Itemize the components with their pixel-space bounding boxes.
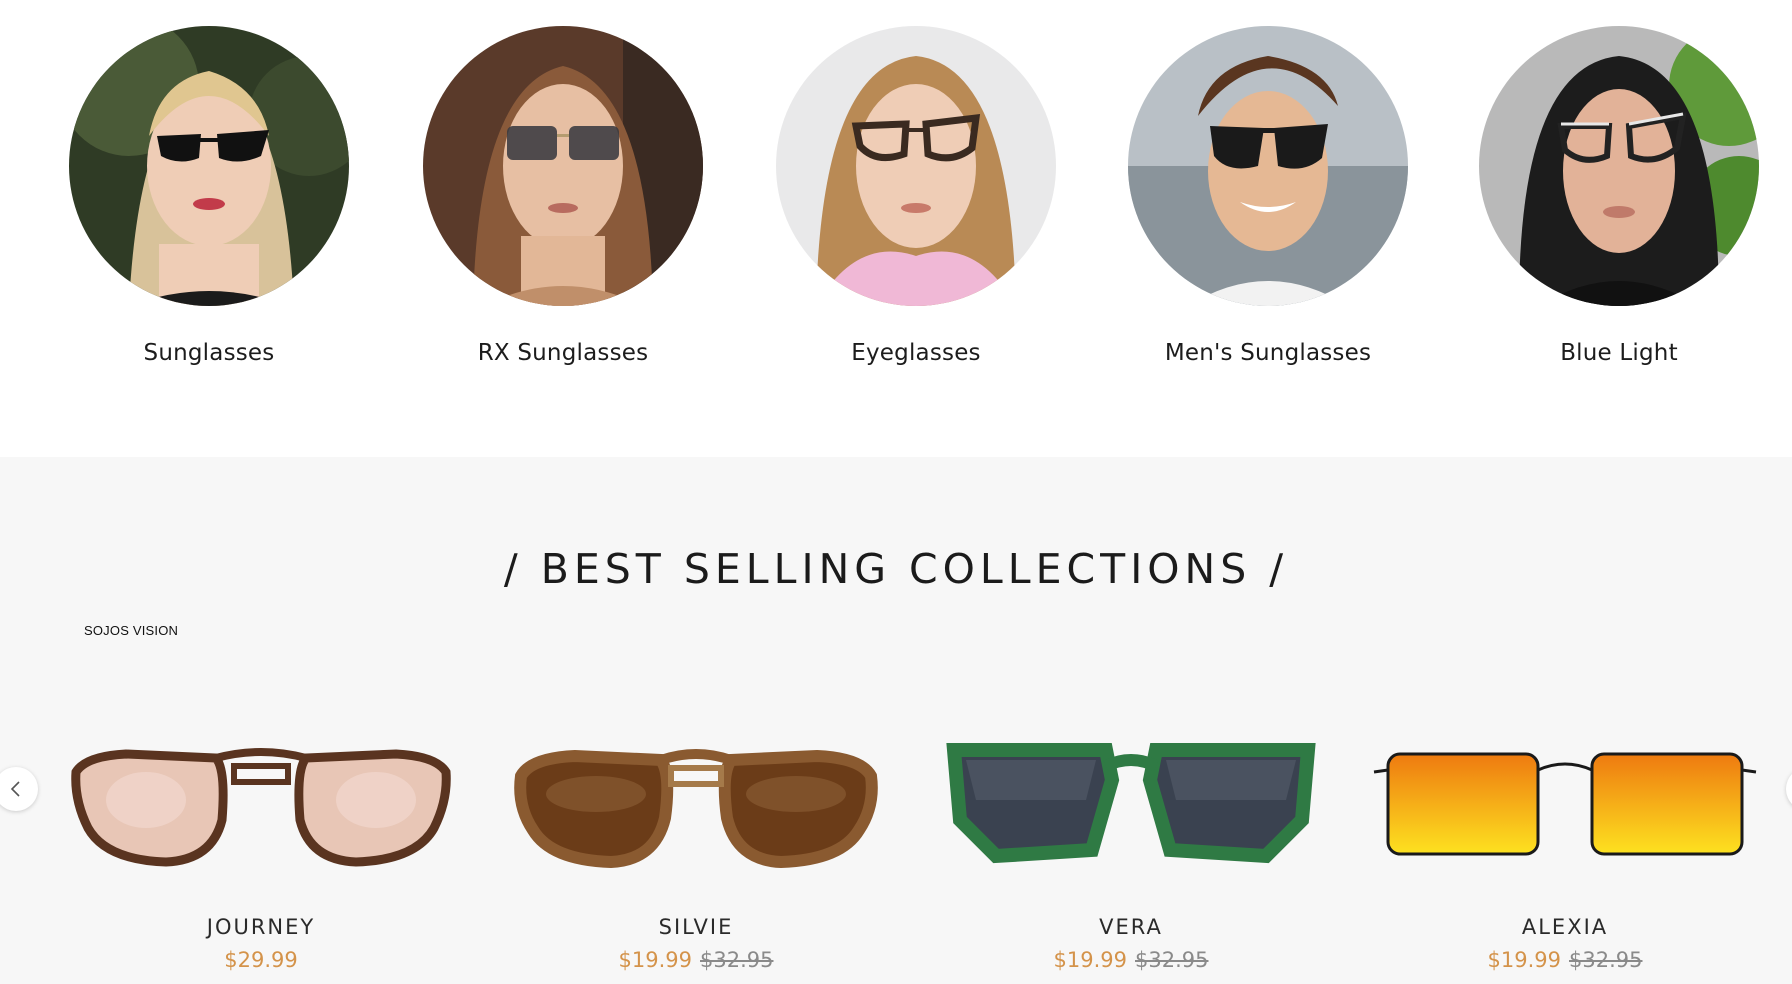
category-label[interactable]: Blue Light bbox=[1474, 340, 1764, 366]
product-price: $19.99 $32.95 bbox=[501, 948, 891, 972]
category-image[interactable] bbox=[1479, 26, 1759, 306]
chevron-right-icon bbox=[1786, 767, 1792, 787]
brand-label: SOJOS VISION bbox=[84, 623, 179, 638]
sale-price: $19.99 bbox=[1053, 948, 1127, 972]
carousel-prev-button[interactable] bbox=[0, 767, 38, 811]
category-image[interactable] bbox=[776, 26, 1056, 306]
product-price: $19.99 $32.95 bbox=[936, 948, 1326, 972]
product-price: $19.99 $32.95 bbox=[1370, 948, 1760, 972]
product-name[interactable]: ALEXIA bbox=[1370, 915, 1760, 939]
best-sellers-section: / BEST SELLING COLLECTIONS / SOJOS VISIO… bbox=[0, 457, 1792, 984]
product-card[interactable]: VERA $19.99 $32.95 bbox=[936, 605, 1326, 984]
category-label[interactable]: Eyeglasses bbox=[771, 340, 1061, 366]
product-card[interactable]: ALEXIA $19.99 $32.95 bbox=[1370, 605, 1760, 984]
category-row: Sunglasses RX Sunglasses Eyeglasses Men'… bbox=[0, 0, 1792, 457]
original-price: $32.95 bbox=[1135, 948, 1209, 972]
category-image[interactable] bbox=[1128, 26, 1408, 306]
section-title: / BEST SELLING COLLECTIONS / bbox=[503, 545, 1289, 593]
sale-price: $29.99 bbox=[224, 948, 298, 972]
product-card[interactable]: SOJOS VISION JOURNEY $29.99 bbox=[66, 605, 456, 984]
category-image[interactable] bbox=[69, 26, 349, 306]
product-image[interactable] bbox=[936, 710, 1326, 880]
category-eyeglasses[interactable]: Eyeglasses bbox=[771, 26, 1061, 366]
category-label[interactable]: Sunglasses bbox=[64, 340, 354, 366]
chevron-left-icon bbox=[10, 781, 20, 797]
product-name[interactable]: JOURNEY bbox=[66, 915, 456, 939]
product-image[interactable] bbox=[501, 710, 891, 880]
category-label[interactable]: RX Sunglasses bbox=[418, 340, 708, 366]
category-label[interactable]: Men's Sunglasses bbox=[1123, 340, 1413, 366]
category-sunglasses[interactable]: Sunglasses bbox=[64, 26, 354, 366]
product-name[interactable]: SILVIE bbox=[501, 915, 891, 939]
original-price: $32.95 bbox=[700, 948, 774, 972]
product-image[interactable] bbox=[1370, 710, 1760, 880]
category-blue-light[interactable]: Blue Light bbox=[1474, 26, 1764, 366]
category-mens-sunglasses[interactable]: Men's Sunglasses bbox=[1123, 26, 1413, 366]
category-rx-sunglasses[interactable]: RX Sunglasses bbox=[418, 26, 708, 366]
sale-price: $19.99 bbox=[1487, 948, 1561, 972]
sale-price: $19.99 bbox=[618, 948, 692, 972]
carousel-next-button[interactable] bbox=[1786, 767, 1792, 811]
product-name[interactable]: VERA bbox=[936, 915, 1326, 939]
product-price: $29.99 bbox=[66, 948, 456, 972]
category-image[interactable] bbox=[423, 26, 703, 306]
original-price: $32.95 bbox=[1569, 948, 1643, 972]
product-card[interactable]: SILVIE $19.99 $32.95 bbox=[501, 605, 891, 984]
product-image[interactable] bbox=[66, 710, 456, 880]
